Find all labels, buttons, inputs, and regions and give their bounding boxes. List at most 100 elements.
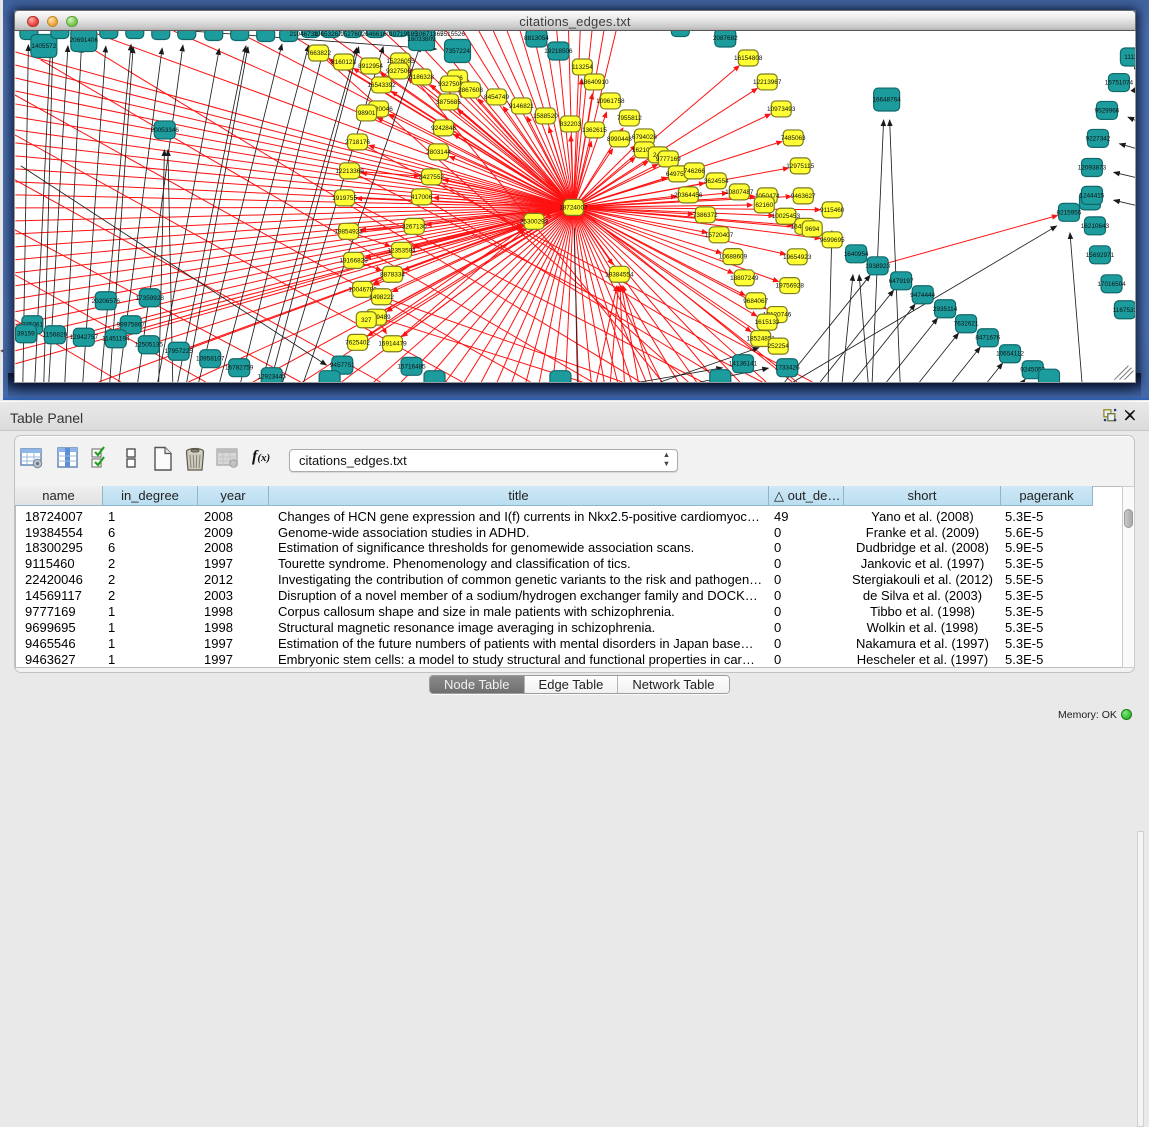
svg-text:1112: 1112 [1124, 54, 1136, 61]
svg-text:16914479: 16914479 [378, 341, 407, 348]
svg-text:113254: 113254 [572, 64, 593, 71]
svg-text:2803144: 2803144 [426, 149, 451, 156]
svg-text:10807487: 10807487 [725, 189, 754, 196]
svg-text:1362615: 1362615 [582, 127, 607, 134]
svg-text:18640910: 18640910 [580, 79, 609, 86]
svg-text:9227342: 9227342 [1086, 135, 1111, 142]
svg-text:7485063: 7485063 [781, 135, 806, 142]
svg-text:252254: 252254 [768, 343, 790, 350]
svg-text:12505135: 12505135 [135, 342, 164, 349]
svg-text:8186328: 8186328 [409, 74, 434, 81]
svg-text:2867608: 2867608 [458, 87, 483, 94]
svg-text:8813054: 8813054 [524, 35, 549, 42]
svg-text:15751074: 15751074 [1105, 80, 1134, 87]
svg-text:9242848: 9242848 [431, 125, 456, 132]
svg-text:20691406: 20691406 [70, 37, 99, 44]
svg-text:1640954: 1640954 [844, 251, 869, 258]
svg-text:17016504: 17016504 [1097, 281, 1126, 288]
svg-text:12942757: 12942757 [70, 334, 99, 341]
svg-text:1588520: 1588520 [533, 113, 558, 120]
svg-text:9327506: 9327506 [386, 68, 411, 75]
svg-text:2935114: 2935114 [933, 306, 958, 313]
svg-text:1156829: 1156829 [43, 332, 68, 339]
svg-text:18724007: 18724007 [559, 204, 588, 211]
svg-text:1405572: 1405572 [31, 43, 56, 50]
svg-text:1527602: 1527602 [340, 31, 365, 38]
svg-text:8990448: 8990448 [607, 136, 632, 143]
svg-text:12213967: 12213967 [753, 79, 782, 86]
svg-text:12975115: 12975115 [786, 163, 814, 170]
svg-text:19756928: 19756928 [776, 283, 805, 290]
svg-text:16154808: 16154808 [734, 55, 763, 62]
svg-text:417006: 417006 [411, 194, 433, 201]
svg-text:1733426: 1733426 [775, 365, 800, 372]
svg-text:7663822: 7663822 [306, 50, 331, 57]
svg-text:16543392: 16543392 [367, 82, 396, 89]
svg-text:7515526: 7515526 [440, 31, 465, 38]
svg-text:19654923: 19654923 [783, 254, 812, 261]
svg-text:10654112: 10654112 [996, 351, 1024, 358]
svg-text:10688609: 10688609 [719, 254, 748, 261]
svg-text:7357224: 7357224 [445, 48, 470, 55]
svg-text:9684067: 9684067 [743, 298, 768, 305]
svg-text:15720407: 15720407 [705, 232, 734, 239]
svg-text:1498222: 1498222 [369, 294, 394, 301]
svg-text:19384554: 19384554 [605, 271, 634, 278]
svg-text:10961758: 10961758 [596, 98, 625, 105]
svg-text:9699695: 9699695 [820, 237, 845, 244]
svg-text:3624554: 3624554 [704, 178, 729, 185]
svg-text:16782759: 16782759 [225, 365, 254, 372]
svg-text:20364456: 20364456 [674, 192, 703, 199]
svg-text:7386372: 7386372 [693, 212, 718, 219]
svg-text:19854923: 19854923 [334, 228, 363, 235]
svg-text:20053346: 20053346 [151, 127, 180, 134]
svg-text:1167531: 1167531 [1113, 307, 1136, 314]
svg-text:6466160: 6466160 [365, 31, 390, 38]
svg-text:25300293: 25300293 [520, 218, 549, 225]
svg-text:10653267: 10653267 [313, 31, 342, 38]
svg-text:3875685: 3875685 [436, 99, 461, 106]
svg-text:8471676: 8471676 [975, 335, 1000, 342]
svg-text:19218506: 19218506 [544, 48, 573, 55]
svg-text:99975867: 99975867 [117, 322, 146, 329]
svg-text:11451194: 11451194 [102, 336, 130, 343]
svg-text:9115460: 9115460 [820, 207, 845, 214]
svg-text:7625402: 7625402 [345, 339, 370, 346]
svg-text:9146821: 9146821 [509, 103, 534, 110]
svg-text:8427552: 8427552 [419, 174, 444, 181]
svg-text:10973493: 10973493 [767, 106, 796, 113]
svg-text:6479197: 6479197 [889, 278, 914, 285]
svg-text:15716485: 15716485 [397, 363, 426, 370]
svg-text:19166829: 19166829 [339, 257, 368, 264]
svg-text:8912954: 8912954 [358, 63, 383, 70]
svg-text:20206576: 20206576 [92, 298, 121, 305]
svg-text:1938923: 1938923 [865, 263, 890, 270]
svg-text:746266: 746266 [684, 168, 706, 175]
svg-text:12353594: 12353594 [387, 247, 416, 254]
svg-text:3267130: 3267130 [402, 223, 427, 230]
svg-text:9777169: 9777169 [656, 156, 681, 163]
svg-text:62160: 62160 [755, 202, 773, 209]
svg-text:12213369: 12213369 [335, 168, 364, 175]
svg-text:12093873: 12093873 [1078, 164, 1107, 171]
svg-text:1919755: 1919755 [332, 195, 357, 202]
svg-text:8160123: 8160123 [331, 59, 356, 66]
svg-text:9474444: 9474444 [910, 292, 935, 299]
svg-text:7632621: 7632621 [954, 321, 979, 328]
svg-text:1615132: 1615132 [755, 319, 780, 326]
svg-text:9529966: 9529966 [1095, 107, 1120, 114]
svg-text:98901: 98901 [358, 110, 376, 117]
svg-text:6794028: 6794028 [632, 134, 657, 141]
svg-text:8878334: 8878334 [380, 271, 405, 278]
svg-text:17957225: 17957225 [165, 348, 194, 355]
svg-text:10958107: 10958107 [196, 356, 225, 363]
svg-text:2718176: 2718176 [345, 139, 370, 146]
svg-text:14136141: 14136141 [729, 361, 758, 368]
svg-text:9694: 9694 [805, 226, 820, 233]
svg-text:832203: 832203 [560, 121, 582, 128]
svg-text:16210643: 16210643 [1081, 223, 1110, 230]
svg-text:12923445: 12923445 [257, 374, 286, 381]
svg-text:8215955: 8215955 [1057, 209, 1082, 216]
svg-text:2087682: 2087682 [713, 35, 738, 42]
svg-text:10719185: 10719185 [389, 31, 418, 38]
